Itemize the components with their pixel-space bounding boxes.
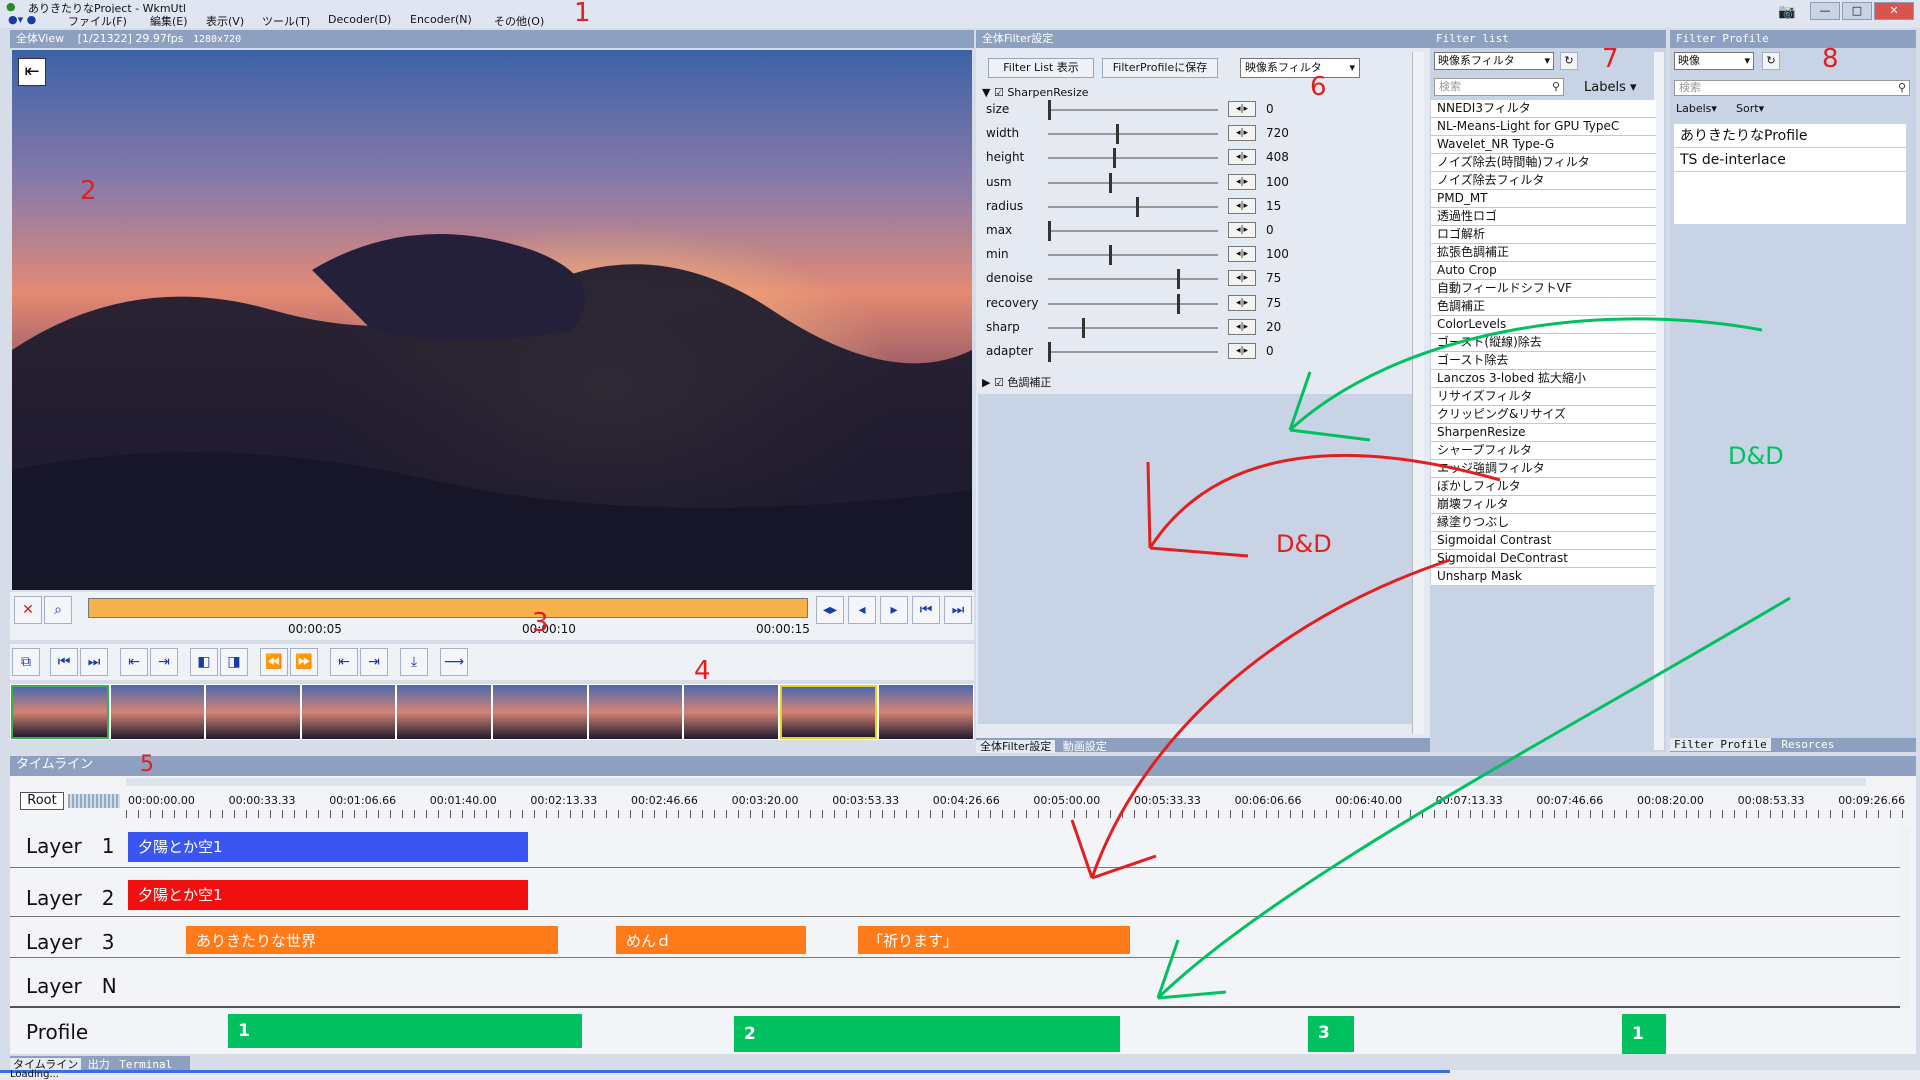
annotation-1: 1 bbox=[574, 0, 591, 28]
dd-label-red: D&D bbox=[1276, 530, 1332, 558]
annotation-6: 6 bbox=[1310, 72, 1327, 102]
annotation-3: 3 bbox=[532, 608, 549, 638]
annotation-8: 8 bbox=[1822, 44, 1839, 74]
annotation-7: 7 bbox=[1602, 44, 1619, 74]
annotation-5: 5 bbox=[140, 752, 154, 777]
annotation-4: 4 bbox=[694, 656, 711, 686]
annotation-arrows bbox=[1070, 317, 1791, 1000]
annotation-2: 2 bbox=[80, 176, 97, 206]
dd-label-green: D&D bbox=[1728, 442, 1784, 470]
